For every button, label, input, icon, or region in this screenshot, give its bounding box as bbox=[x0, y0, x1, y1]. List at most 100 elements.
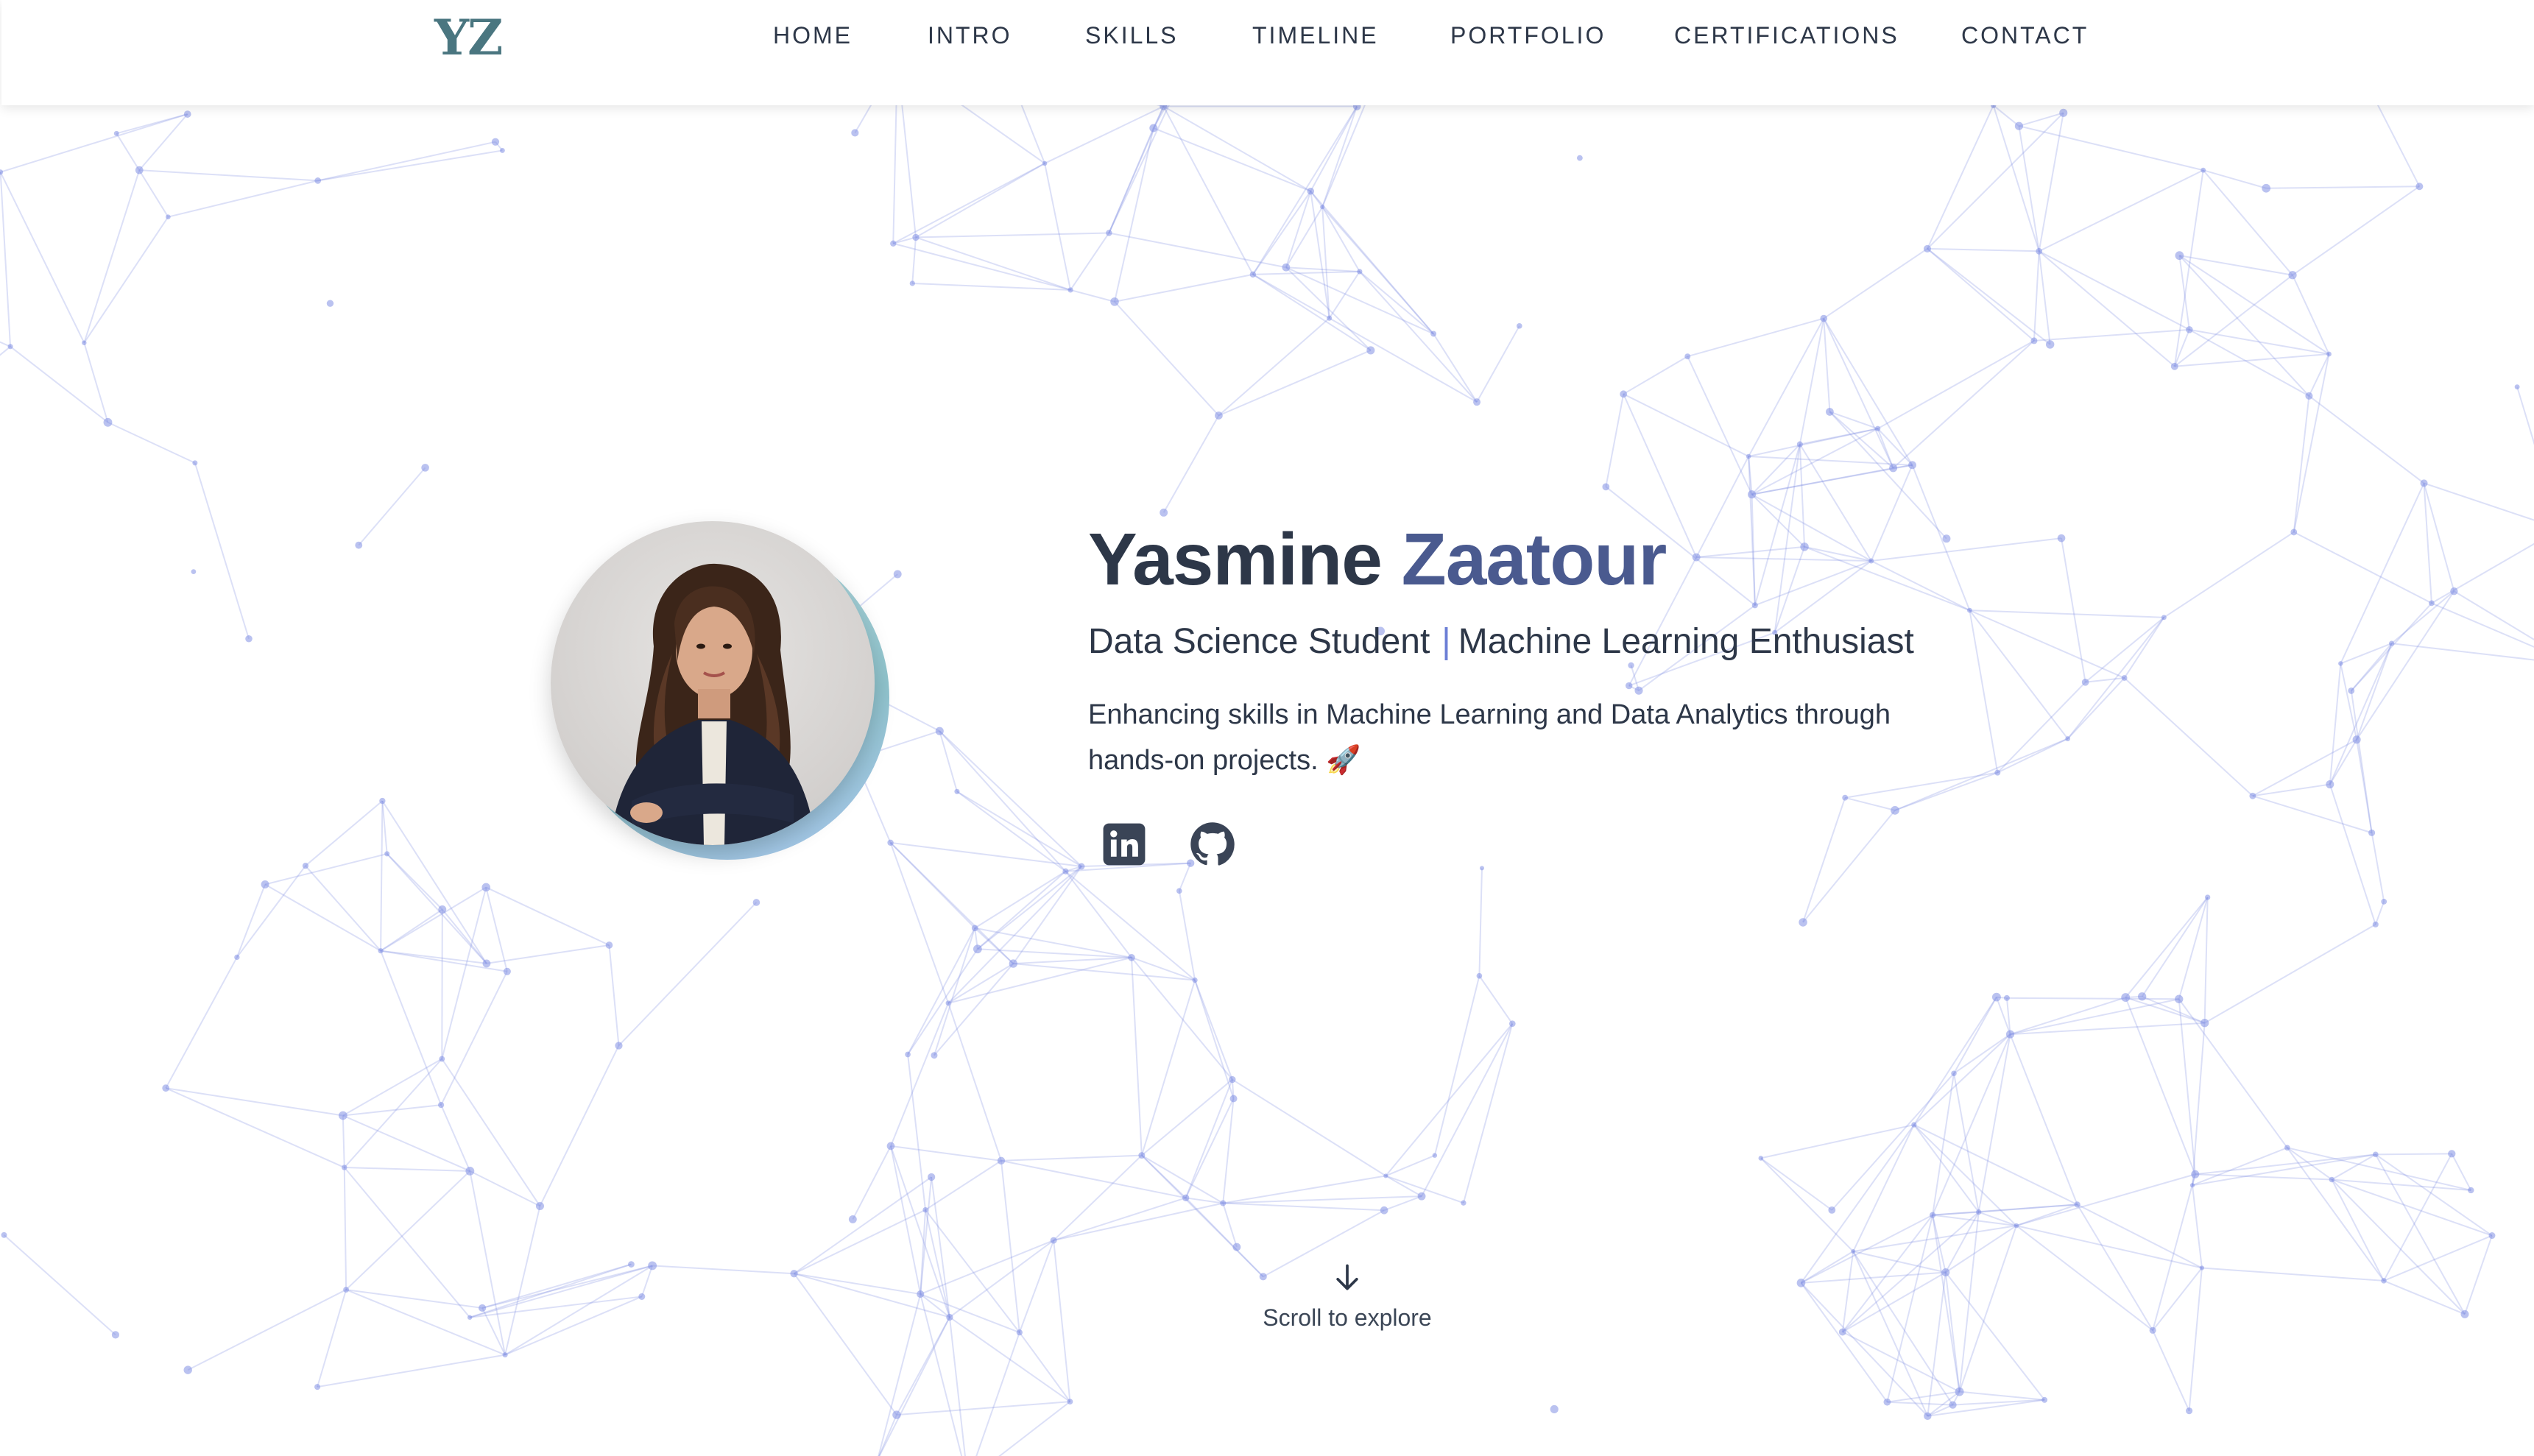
network-node bbox=[261, 880, 269, 889]
network-node bbox=[790, 1270, 798, 1278]
network-node bbox=[314, 1384, 321, 1390]
network-node bbox=[535, 1201, 544, 1211]
network-node bbox=[1473, 398, 1481, 406]
network-node bbox=[2149, 1326, 2156, 1334]
network-node bbox=[1149, 124, 1158, 132]
network-edge bbox=[166, 1087, 344, 1117]
network-node bbox=[2205, 894, 2211, 900]
nav-link-contact[interactable]: CONTACT bbox=[1961, 22, 2089, 49]
network-edge bbox=[1178, 891, 1196, 980]
site-logo[interactable]: YZ bbox=[434, 9, 503, 66]
network-edge bbox=[305, 800, 384, 866]
network-node bbox=[2041, 1396, 2048, 1403]
network-edge bbox=[2018, 126, 2040, 252]
network-node bbox=[905, 1051, 911, 1058]
github-link[interactable] bbox=[1190, 821, 1235, 867]
network-edge bbox=[2423, 483, 2432, 604]
nav-link-timeline[interactable]: TIMELINE bbox=[1252, 22, 1379, 49]
network-node bbox=[183, 110, 191, 118]
nav-link-home[interactable]: HOME bbox=[773, 22, 853, 49]
network-node bbox=[2005, 1030, 2015, 1039]
network-node bbox=[1883, 1398, 1891, 1406]
linkedin-link[interactable] bbox=[1101, 821, 1147, 867]
network-edge bbox=[380, 886, 487, 952]
network-edge bbox=[2293, 531, 2432, 604]
network-node bbox=[82, 340, 87, 345]
linkedin-icon bbox=[1103, 823, 1146, 866]
network-edge bbox=[948, 1317, 966, 1456]
network-edge bbox=[381, 800, 388, 855]
network-node bbox=[922, 1206, 928, 1213]
network-node bbox=[954, 788, 960, 794]
network-node bbox=[2199, 1265, 2205, 1271]
network-edge bbox=[1853, 1251, 1947, 1273]
network-edge bbox=[1153, 127, 1311, 192]
network-node bbox=[2326, 780, 2334, 789]
network-edge bbox=[83, 342, 109, 423]
network-edge bbox=[264, 852, 387, 886]
nav-link-skills[interactable]: SKILLS bbox=[1085, 22, 1179, 49]
nav-link-intro[interactable]: INTRO bbox=[928, 22, 1012, 49]
network-edge bbox=[139, 169, 318, 182]
network-edge bbox=[2006, 997, 2179, 1000]
network-node bbox=[2014, 121, 2024, 130]
network-node bbox=[1383, 1173, 1388, 1178]
network-node bbox=[1838, 1328, 1846, 1336]
network-node bbox=[2045, 340, 2055, 349]
network-edge bbox=[1065, 870, 1196, 981]
network-node bbox=[1851, 1249, 1856, 1254]
network-edge bbox=[1019, 1332, 1071, 1402]
network-node bbox=[2081, 678, 2089, 686]
network-edge bbox=[1223, 1195, 1422, 1204]
network-edge bbox=[3, 1234, 116, 1336]
network-edge bbox=[915, 163, 1045, 238]
network-edge bbox=[1053, 1240, 1071, 1402]
network-node bbox=[438, 1102, 445, 1109]
network-edge bbox=[2178, 998, 2288, 1148]
network-edge bbox=[1913, 1124, 2078, 1206]
network-edge bbox=[1218, 350, 1372, 417]
network-edge bbox=[264, 883, 381, 952]
nav-link-certifications[interactable]: CERTIFICATIONS bbox=[1674, 22, 1899, 49]
network-node bbox=[2284, 1145, 2290, 1151]
network-edge bbox=[0, 172, 1, 175]
network-edge bbox=[83, 216, 169, 344]
network-edge bbox=[2039, 250, 2175, 367]
profile-photo-illustration bbox=[610, 563, 816, 845]
network-edge bbox=[2163, 531, 2295, 618]
network-node bbox=[183, 1365, 192, 1374]
network-edge bbox=[2085, 677, 2125, 683]
network-node bbox=[752, 899, 760, 906]
network-node bbox=[1516, 323, 1522, 329]
network-node bbox=[467, 1315, 473, 1320]
scroll-hint[interactable]: Scroll to explore bbox=[1200, 1262, 1494, 1332]
network-edge bbox=[1462, 1023, 1514, 1204]
network-node bbox=[2372, 1151, 2379, 1158]
network-edge bbox=[1114, 301, 1220, 417]
network-node bbox=[848, 1215, 857, 1223]
github-icon bbox=[1190, 822, 1235, 866]
subtitle-interest: Machine Learning Enthusiast bbox=[1458, 622, 1914, 661]
nav-link-portfolio[interactable]: PORTFOLIO bbox=[1450, 22, 1606, 49]
network-edge bbox=[0, 172, 12, 347]
network-edge bbox=[1140, 980, 1196, 1156]
network-edge bbox=[2329, 784, 2376, 925]
network-edge bbox=[1053, 1197, 1186, 1242]
network-node bbox=[2121, 993, 2131, 1003]
network-edge bbox=[2375, 1153, 2452, 1156]
network-edge bbox=[1913, 997, 1997, 1125]
network-edge bbox=[345, 1170, 471, 1290]
network-edge bbox=[1842, 1331, 1961, 1393]
network-node bbox=[886, 1142, 895, 1151]
network-edge bbox=[441, 887, 487, 1059]
network-node bbox=[2460, 1310, 2469, 1318]
network-edge bbox=[2039, 169, 2204, 252]
network-edge bbox=[1328, 271, 1360, 319]
network-node bbox=[1307, 187, 1315, 195]
network-node bbox=[384, 851, 390, 857]
network-node bbox=[2448, 1150, 2456, 1158]
network-node bbox=[1796, 441, 1803, 448]
network-node bbox=[338, 1111, 347, 1120]
network-edge bbox=[2464, 1235, 2493, 1315]
network-edge bbox=[1760, 1124, 1915, 1159]
